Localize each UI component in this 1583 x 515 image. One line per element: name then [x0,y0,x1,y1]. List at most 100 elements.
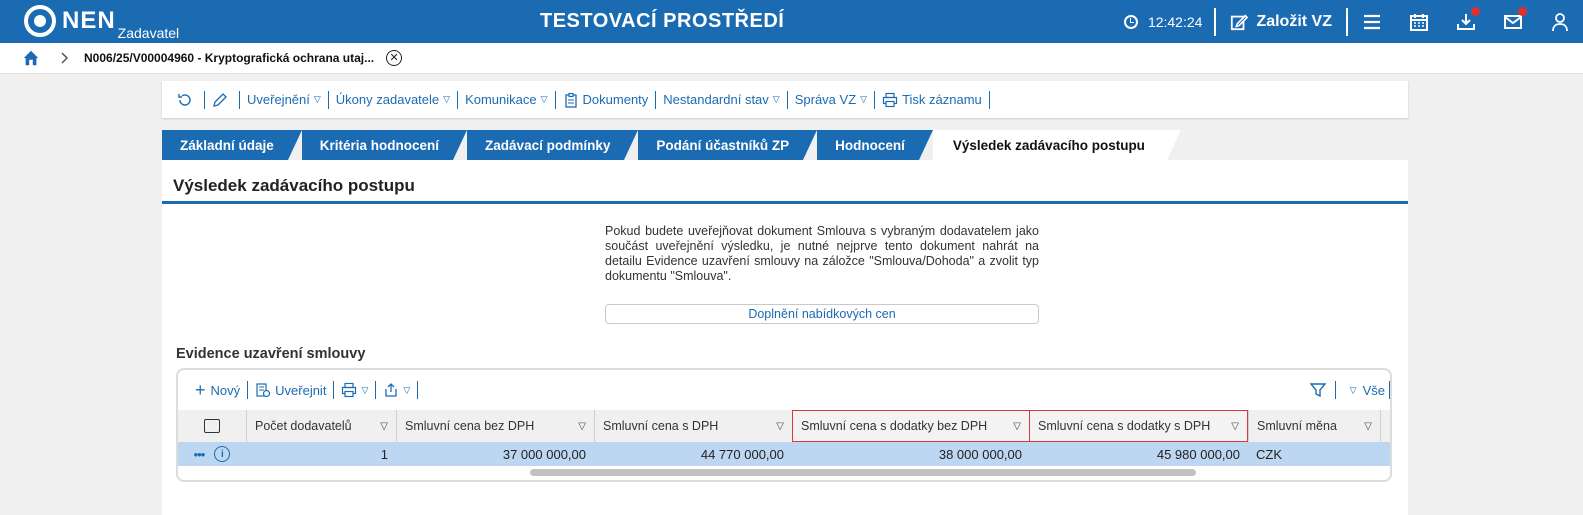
section-title: Evidence uzavření smlouvy [176,346,366,362]
column-header[interactable]: Smluvní cena bez DPH ▽ [396,410,594,442]
column-header[interactable]: Smluvní měna ▽ [1248,410,1380,442]
environment-title: TESTOVACÍ PROSTŘEDÍ [540,10,785,32]
divider [1389,381,1390,399]
view-all-select[interactable]: Vše [1363,383,1385,398]
dropdown-icon: ▽ [403,384,411,395]
column-header-highlighted[interactable]: Smluvní cena s dodatky s DPH ▽ [1030,410,1248,442]
notification-dot [1518,7,1527,16]
menu-dokumenty[interactable]: Dokumenty [556,90,657,109]
menu-button[interactable] [1348,0,1395,43]
downloads-button[interactable] [1442,0,1489,43]
menu-nestandardni-stav[interactable]: Nestandardní stav ▽ [656,90,788,109]
sort-icon[interactable]: ▽ [1364,421,1372,432]
clock-time: 12:42:24 [1147,13,1203,30]
cell-currency: CZK [1256,446,1282,462]
new-button[interactable]: + Nový [188,380,249,400]
dropdown-icon[interactable]: ▽ [1350,385,1357,396]
cell-price-amend-no-vat: 38 000 000,00 [938,446,1022,462]
column-header[interactable] [1380,410,1390,442]
dropdown-icon: ▽ [443,94,451,104]
clipboard-icon [564,92,577,108]
info-icon[interactable]: i [214,446,231,462]
tab-podani-ucastniku[interactable]: Podání účastníků ZP [638,130,817,160]
fill-prices-button[interactable]: Doplnění nabídkových cen [605,304,1039,324]
menu-komunikace[interactable]: Komunikace ▽ [458,90,556,109]
printer-icon [342,382,357,398]
printer-icon [882,92,898,107]
dropdown-icon: ▽ [361,384,369,395]
calendar-button[interactable] [1395,0,1442,43]
publish-icon [256,383,271,398]
top-bar: NEN Zadavatel TESTOVACÍ PROSTŘEDÍ 12:42:… [0,0,1583,43]
dropdown-icon: ▽ [313,94,321,104]
cell-price-vat: 44 770 000,00 [700,446,784,462]
more-icon[interactable]: ••• [194,447,206,462]
print-menu-button[interactable]: ▽ [334,381,377,399]
column-settings-button[interactable] [178,410,246,442]
export-menu-button[interactable]: ▽ [376,381,419,399]
tab-zakladni-udaje[interactable]: Základní údaje [162,130,302,160]
tab-hodnoceni[interactable]: Hodnocení [817,130,933,160]
menu-sprava-vz[interactable]: Správa VZ ▽ [788,90,876,109]
grid-header: Počet dodavatelů ▽ Smluvní cena bez DPH ▽ … [178,410,1390,442]
filter-icon[interactable] [1309,381,1327,399]
menu-tisk-zaznamu[interactable]: Tisk záznamu [875,90,990,109]
title-underline [162,201,1408,204]
publish-button[interactable]: Uveřejnit [248,381,335,399]
column-label: Smluvní cena bez DPH [405,419,535,433]
info-message: Pokud budete uveřejňovat dokument Smlouv… [605,224,1039,283]
hamburger-icon [1363,14,1380,29]
refresh-icon [178,93,191,106]
cell-price-amend-vat: 45 980 000,00 [1156,446,1240,462]
sort-icon[interactable]: ▽ [776,421,784,432]
column-header[interactable]: Smluvní cena s DPH ▽ [594,410,792,442]
pencil-icon [213,92,227,107]
menu-label: Nestandardní stav [663,92,769,107]
menu-label: Správa VZ [794,92,857,107]
new-label: Nový [210,382,241,398]
sliders-icon [204,419,220,433]
nen-logo[interactable]: NEN Zadavatel [24,5,179,41]
menu-uverejneni[interactable]: Uveřejnění ▽ [240,90,329,109]
menu-label: Tisk záznamu [902,92,982,107]
column-label: Smluvní cena s dodatky s DPH [1038,419,1211,433]
column-header[interactable]: Počet dodavatelů ▽ [246,410,396,442]
session-clock: 12:42:24 [1123,13,1215,30]
tab-kriteria-hodnoceni[interactable]: Kritéria hodnocení [301,130,468,160]
dropdown-icon: ▽ [860,94,868,104]
dropdown-icon: ▽ [772,94,780,104]
grid-toolbar: + Nový Uveřejnit ▽ ▽ ▽ Vše [178,370,1390,410]
breadcrumb-current[interactable]: N006/25/V00004960 - Kryptografická ochra… [84,51,374,65]
menu-ukony-zadavatele[interactable]: Úkony zadavatele ▽ [329,90,459,109]
close-icon[interactable]: ✕ [386,50,403,66]
refresh-button[interactable] [170,90,205,109]
record-toolbar: Uveřejnění ▽ Úkony zadavatele ▽ Komunikace… [162,81,1408,118]
sort-icon[interactable]: ▽ [578,421,586,432]
user-button[interactable] [1536,0,1583,43]
logo-text: NEN [62,7,116,34]
tab-vysledek-zadavaciho-postupu[interactable]: Výsledek zadávacího postupu [932,130,1182,160]
logo-icon [24,5,56,37]
row-actions: ••• i [178,442,246,466]
dropdown-icon: ▽ [540,94,548,104]
menu-label: Úkony zadavatele [335,92,440,107]
edit-button[interactable] [205,90,240,109]
sort-icon[interactable]: ▽ [1013,421,1021,432]
column-label: Počet dodavatelů [255,419,352,433]
tab-zadavaci-podminky[interactable]: Zadávací podmínky [467,130,639,160]
plus-icon: + [195,380,206,400]
column-label: Smluvní cena s dodatky bez DPH [801,419,988,433]
create-vz-label: Založit VZ [1256,12,1332,30]
main-panel: Výsledek zadávacího postupu Pokud budete… [162,160,1408,515]
sort-icon[interactable]: ▽ [1231,421,1239,432]
create-vz-button[interactable]: Založit VZ [1216,13,1346,31]
horizontal-scrollbar[interactable] [530,469,1196,476]
messages-button[interactable] [1489,0,1536,43]
column-header-highlighted[interactable]: Smluvní cena s dodatky bez DPH ▽ [792,410,1030,442]
page-title: Výsledek zadávacího postupu [173,176,415,195]
clock-icon [1123,14,1138,29]
menu-label: Uveřejnění [247,92,310,107]
table-row[interactable]: ••• i 1 37 000 000,00 44 770 000,00 38 0… [178,442,1390,466]
home-icon[interactable] [22,49,40,67]
sort-icon[interactable]: ▽ [380,421,388,432]
